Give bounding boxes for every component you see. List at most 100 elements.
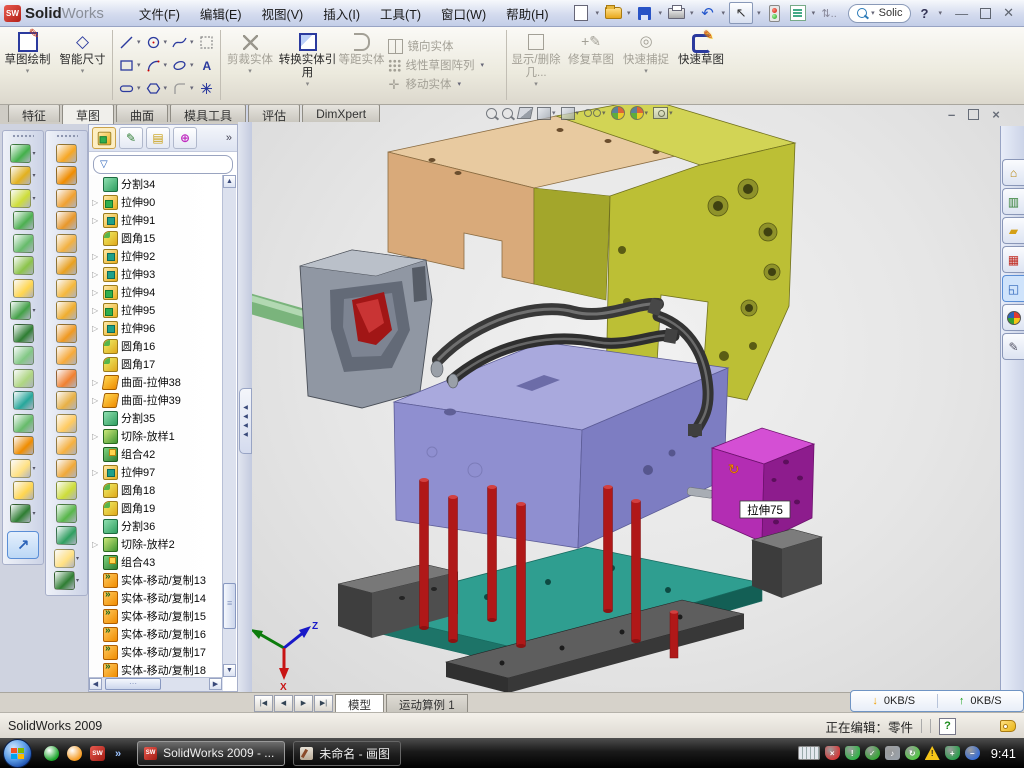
draft-icon[interactable] [13,369,34,388]
zoom-to-area-icon[interactable] [502,108,513,119]
scroll-left-icon[interactable]: ◀ [89,678,102,690]
search-input[interactable]: Solic [879,7,903,19]
flex-bend-icon[interactable] [56,346,77,365]
status-help-icon[interactable]: ? [939,718,956,735]
tag-icon[interactable] [1000,720,1016,732]
custom-properties-icon[interactable]: ✎ [1002,333,1024,360]
helix-spiral-icon[interactable] [56,301,77,320]
tree-filter-input[interactable]: ▽ [93,155,233,174]
toolbox-icon[interactable]: ▦ [1002,246,1024,273]
tree-item[interactable]: ▷切除-放样1 [89,427,223,445]
tree-item[interactable]: ▷拉伸94 [89,283,223,301]
new-dropdown[interactable]: ▾ [595,9,599,17]
sketch-fillet-tool[interactable]: ▾ [172,77,195,100]
tree-item[interactable]: ▷实体-移动/复制16 [89,625,223,643]
linear-pattern-icon[interactable]: ▾ [10,301,35,320]
model-magenta-block[interactable]: ↻ [712,428,814,542]
view-orientation-icon[interactable]: ▾ [537,107,556,120]
design-library-icon[interactable]: ▰ [1002,217,1024,244]
network-speed-widget[interactable]: ↓0KB/S ↑0KB/S [850,690,1024,712]
doc-nav-button[interactable]: ◀ [274,695,293,712]
tree-vertical-scrollbar[interactable]: ▲ ▼ [222,175,236,677]
new-document-button[interactable] [571,4,591,22]
dome-icon[interactable] [56,504,77,523]
model-cavity-block[interactable] [394,342,728,548]
pc-manager-tray-icon[interactable]: − [965,746,980,760]
menu-item[interactable]: 编辑(E) [191,1,251,26]
rib-icon[interactable] [13,346,34,365]
line-tool[interactable]: ▾ [119,31,142,54]
doc-nav-button[interactable]: ▶| [314,695,333,712]
start-button[interactable] [3,739,32,768]
tree-item[interactable]: ▷圆角17 [89,355,223,373]
curve-through-points-icon[interactable]: ▾ [54,571,79,590]
lofted-boss-icon[interactable] [13,234,34,253]
revolved-surface-icon[interactable] [56,144,77,163]
tree-item[interactable]: ▷拉伸90 [89,193,223,211]
open-button[interactable] [603,4,623,22]
tab-曲面[interactable]: 曲面 [116,104,168,122]
tab-DimXpert[interactable]: DimXpert [302,104,380,122]
rectangle-tool[interactable]: ▾ [119,54,142,77]
defender-tray-icon[interactable]: + [945,746,960,760]
swept-boss-icon[interactable] [13,211,34,230]
doc-close-icon[interactable]: × [992,107,1000,122]
sketch-text-tool[interactable]: A [199,54,214,77]
options-dropdown[interactable]: ▾ [812,9,816,17]
file-explorer-icon[interactable]: ◱ [1002,275,1024,302]
planar-surface-icon[interactable] [56,279,77,298]
wrap-icon[interactable] [13,279,34,298]
solidworks-quicklaunch-icon[interactable]: SW [90,746,105,761]
tree-item[interactable]: ▷曲面-拉伸39 [89,391,223,409]
knit-surface-icon[interactable] [56,459,77,478]
deform-icon[interactable] [56,256,77,275]
rapid-sketch-button[interactable]: 快速草图 [674,26,729,104]
horizontal-scroll-thumb[interactable]: ⋯ [105,678,161,690]
tree-item[interactable]: ▷圆角19 [89,499,223,517]
tree-item[interactable]: ▷圆角16 [89,337,223,355]
boundary-surface-icon[interactable] [56,189,77,208]
tab-草图[interactable]: 草图 [62,104,114,124]
tree-item[interactable]: ▷拉伸96 [89,319,223,337]
doc-nav-button[interactable]: |◀ [254,695,273,712]
lofted-surface-icon[interactable] [56,211,77,230]
spline-tool[interactable]: ▾ [172,31,195,54]
extend-surface-icon[interactable] [56,414,77,433]
model-slide-assembly[interactable] [252,250,432,408]
configurationmanager-tab[interactable]: ▤ [146,127,170,149]
menu-item[interactable]: 工具(T) [371,1,430,26]
volume-tray-icon[interactable]: ♪ [885,746,900,760]
tree-item[interactable]: ▷组合43 [89,553,223,571]
antivirus-tray-icon[interactable]: ✓ [865,746,880,760]
tree-item[interactable]: ▷实体-移动/复制18 [89,661,223,677]
task-pane-home-icon[interactable]: ⌂ [1002,159,1024,186]
tree-item[interactable]: ▷圆角18 [89,481,223,499]
chamfer-icon[interactable] [13,256,34,275]
close-icon[interactable]: ✕ [1003,5,1014,21]
menu-item[interactable]: 视图(V) [253,1,313,26]
search-box[interactable]: ▾ Solic [848,4,911,23]
messenger-icon[interactable] [44,746,59,761]
tab-模具工具[interactable]: 模具工具 [170,104,246,122]
keyboard-layout-icon[interactable] [798,746,820,760]
doc-nav-button[interactable]: ▶ [294,695,313,712]
sketch-button[interactable]: 草图绘制▾ [0,26,55,104]
warning-tray-icon[interactable]: ! [925,746,940,760]
zoom-to-fit-icon[interactable] [486,108,497,119]
tab-评估[interactable]: 评估 [248,104,300,122]
edit-appearance-icon[interactable] [611,106,625,120]
print-dropdown[interactable]: ▾ [690,9,694,17]
doc-restore-icon[interactable] [968,109,979,120]
help-button[interactable]: ? [914,4,934,22]
tree-item[interactable]: ▷分割35 [89,409,223,427]
menu-item[interactable]: 帮助(H) [497,1,557,26]
view-settings-icon[interactable]: ▾ [653,107,673,119]
select-dropdown[interactable]: ▾ [757,9,761,17]
arc-tool[interactable]: ▾ [146,54,169,77]
updater-tray-icon[interactable]: ↻ [905,746,920,760]
tree-item[interactable]: ▷拉伸92 [89,247,223,265]
ellipse-tool[interactable]: ▾ [172,54,195,77]
tree-item[interactable]: ▷拉伸93 [89,265,223,283]
polygon-tool[interactable]: ▾ [146,77,169,100]
split-icon[interactable] [13,391,34,410]
